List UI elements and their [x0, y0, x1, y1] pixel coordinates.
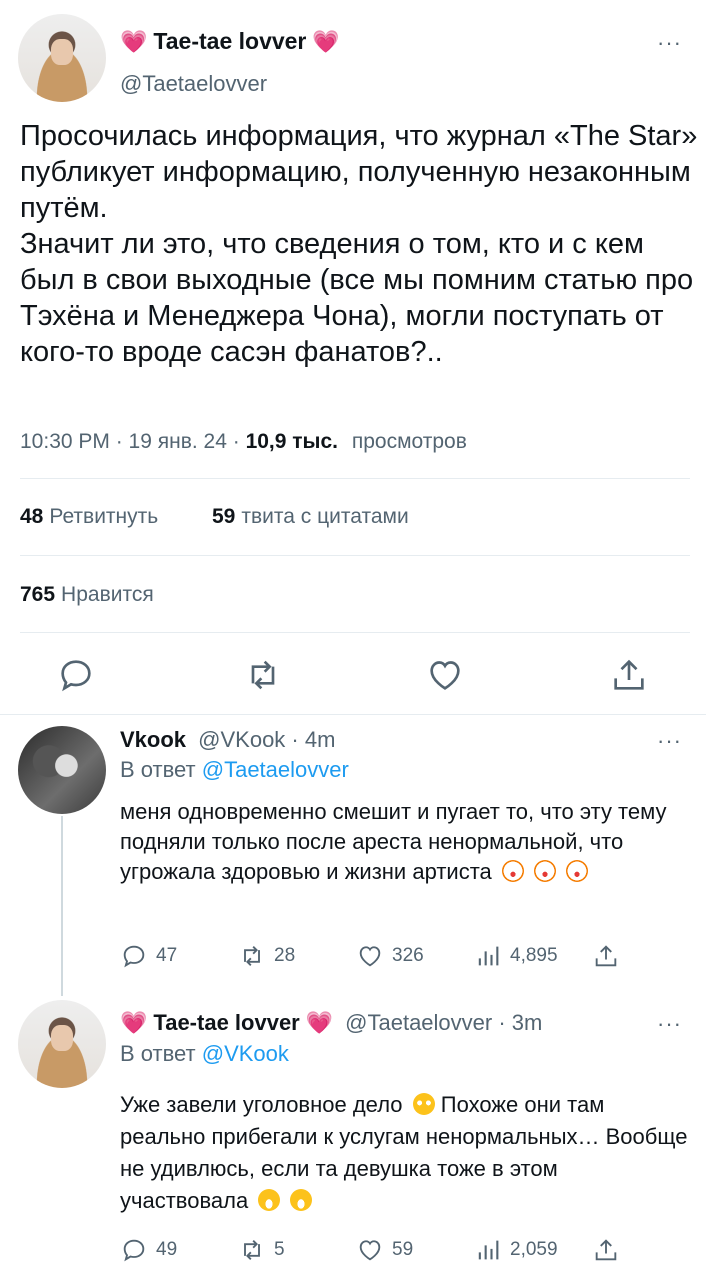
quotes-count: 59: [212, 505, 236, 528]
like-count-button[interactable]: 59: [356, 1236, 413, 1264]
grin-emoji-icon: [290, 1189, 313, 1211]
share-icon: [595, 945, 617, 967]
more-icon[interactable]: ···: [657, 30, 682, 56]
retweet-icon: [244, 1240, 260, 1260]
like-count: 326: [392, 945, 424, 966]
reply-author-name[interactable]: Tae-tae lovver: [153, 1010, 299, 1036]
retweet-icon: [244, 946, 260, 966]
reply-to-line: В ответ @Taetaelovver: [120, 757, 349, 783]
retweet-count-button[interactable]: 28: [238, 942, 295, 970]
share-icon: [595, 1239, 617, 1261]
pink-heart-icon: 💗: [312, 28, 340, 54]
divider: [20, 555, 690, 556]
divider: [0, 714, 706, 715]
grin-emoji-icon: [258, 1189, 281, 1211]
clown-emoji-icon: [534, 860, 557, 882]
clown-emoji-icon: [566, 860, 589, 882]
author-name[interactable]: Tae-tae lovver: [153, 28, 306, 55]
views-count-button[interactable]: 4,895: [474, 942, 558, 970]
reply-author-avatar[interactable]: [18, 1000, 106, 1088]
like-icon[interactable]: [425, 655, 465, 695]
share-icon[interactable]: [609, 655, 649, 695]
reply-icon: [123, 1239, 145, 1262]
reply-icon[interactable]: [56, 655, 96, 695]
likes-count: 765: [20, 583, 56, 606]
retweet-count-button[interactable]: 5: [238, 1236, 285, 1264]
tweet-text: Просочилась информация, что журнал «The …: [20, 120, 698, 368]
retweet-count: 5: [274, 1239, 285, 1260]
views-count: 10,9 тыс.: [245, 430, 339, 453]
views-icon: [478, 1240, 499, 1260]
retweet-count: 28: [274, 945, 296, 966]
views-count-button[interactable]: 2,059: [474, 1236, 558, 1264]
share-button[interactable]: [592, 942, 620, 970]
clown-emoji-icon: [501, 860, 524, 882]
pink-heart-icon: 💗: [305, 1010, 334, 1035]
reply-count-button[interactable]: 49: [120, 1236, 177, 1264]
tweet-meta: 10:30 PM · 19 янв. 24 · 10,9 тыс. просмо…: [20, 430, 467, 454]
flushed-emoji-icon: [412, 1093, 435, 1115]
reply-text-part-1: Уже завели уголовное дело: [120, 1092, 403, 1117]
views-count: 2,059: [510, 1239, 558, 1260]
pink-heart-icon: 💗: [120, 1010, 148, 1035]
reply-to-line: В ответ @VKook: [120, 1041, 289, 1067]
views-count: 4,895: [510, 945, 558, 966]
likes-label: Нравится: [61, 583, 154, 606]
tweet-timestamp: 10:30 PM · 19 янв. 24 ·: [20, 430, 246, 453]
more-icon[interactable]: ···: [657, 1011, 682, 1037]
author-avatar[interactable]: [18, 14, 106, 102]
reply-count-button[interactable]: 47: [120, 942, 177, 970]
reply-author-avatar[interactable]: [18, 726, 106, 814]
reply-to-link[interactable]: @Taetaelovver: [202, 757, 349, 782]
retweets-count: 48: [20, 505, 44, 528]
reply-icon: [123, 945, 145, 968]
reply-text: Уже завели уголовное дело Похоже они там…: [120, 1089, 690, 1217]
like-count: 59: [392, 1239, 414, 1260]
like-icon: [359, 946, 381, 967]
author-name-row[interactable]: 💗 Tae-tae lovver 💗: [120, 28, 340, 55]
reply-to-prefix: В ответ: [120, 1041, 202, 1066]
reply-author-handle[interactable]: @VKook · 4m: [198, 727, 335, 752]
share-button[interactable]: [592, 1236, 620, 1264]
thread-line: [61, 816, 63, 996]
likes-stat[interactable]: 765 Нравится: [20, 583, 154, 607]
views-icon: [478, 946, 499, 966]
retweets-label: Ретвитнуть: [49, 505, 159, 528]
pink-heart-icon: 💗: [120, 28, 148, 54]
like-count-button[interactable]: 326: [356, 942, 424, 970]
reply-author-handle[interactable]: @Taetaelovver · 3m: [345, 1010, 542, 1036]
views-label: просмотров: [351, 430, 467, 453]
quotes-stat[interactable]: 59 твита с цитатами: [212, 505, 409, 529]
divider: [20, 632, 690, 633]
reply-to-link[interactable]: @VKook: [202, 1041, 289, 1066]
reply-author-name[interactable]: Vkook: [120, 727, 186, 752]
reply-to-prefix: В ответ: [120, 757, 202, 782]
divider: [20, 478, 690, 479]
author-handle[interactable]: @Taetaelovver: [120, 71, 267, 97]
more-icon[interactable]: ···: [657, 728, 682, 754]
retweets-stat[interactable]: 48 Ретвитнуть: [20, 505, 158, 529]
reply-count: 47: [156, 945, 178, 966]
retweet-icon[interactable]: [243, 655, 283, 695]
quotes-label: твита с цитатами: [241, 505, 409, 528]
reply-header[interactable]: 💗 Tae-tae lovver 💗 @Taetaelovver · 3m: [120, 1010, 542, 1036]
reply-count: 49: [156, 1239, 178, 1260]
reply-header[interactable]: Vkook @VKook · 4m: [120, 727, 335, 753]
reply-text: меня одновременно смешит и пугает то, чт…: [120, 797, 690, 887]
like-icon: [359, 1240, 381, 1261]
